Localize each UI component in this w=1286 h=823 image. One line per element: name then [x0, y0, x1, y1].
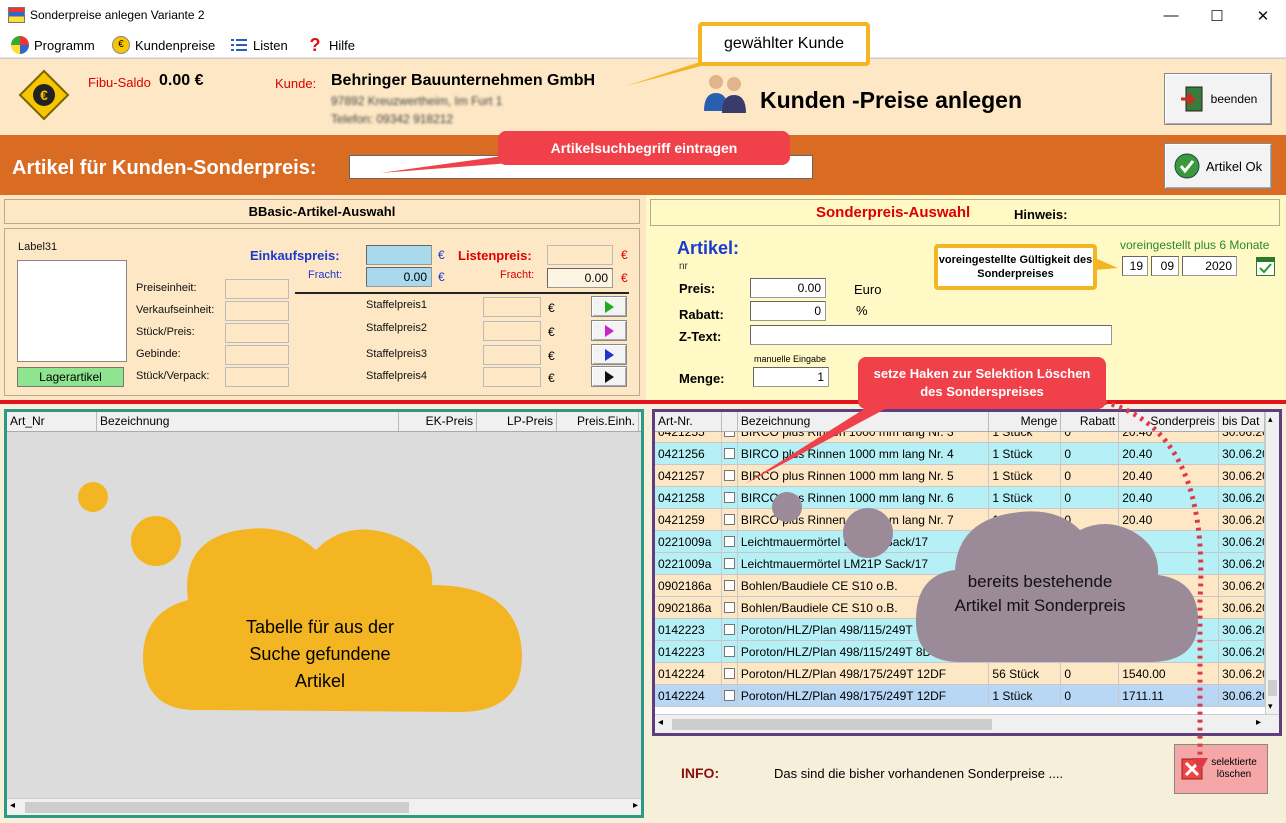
cloud-left-text: Tabelle für aus der Suche gefundene Arti… — [245, 616, 395, 691]
callout-pointer-suche — [380, 155, 510, 173]
cloud-bubble — [772, 492, 802, 522]
arrow-head-icon — [1192, 758, 1208, 772]
callout-gueltig: voreingestellte Gültigkeit des Sonderpre… — [934, 244, 1097, 290]
cloud-bubble — [131, 516, 181, 566]
callout-arrows — [78, 62, 1208, 772]
callout-suche: Artikelsuchbegriff eintragen — [498, 131, 790, 165]
cloud-right-text: bereits bestehende Artikel mit Sonderpre… — [954, 572, 1126, 615]
callout-haken: setze Haken zur Selektion Löschen des So… — [858, 357, 1106, 409]
cloud-bubble — [843, 508, 893, 558]
cloud-bubble — [78, 482, 108, 512]
callout-pointer-haken — [745, 399, 900, 484]
callout-kunde: gewählter Kunde — [698, 22, 870, 66]
callout-pointer-gueltig — [1095, 258, 1118, 270]
